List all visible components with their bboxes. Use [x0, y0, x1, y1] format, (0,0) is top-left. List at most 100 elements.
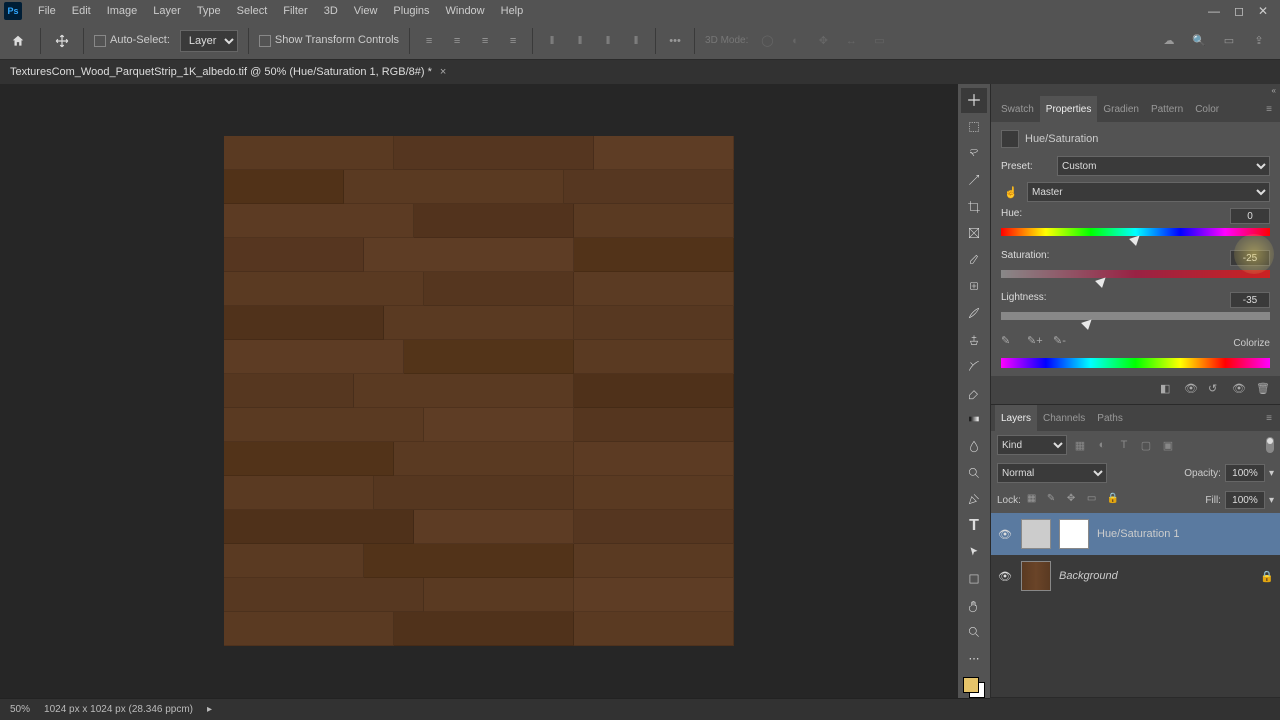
menu-plugins[interactable]: Plugins [385, 5, 437, 17]
marquee-tool[interactable] [961, 115, 987, 140]
window-close-icon[interactable]: ✕ [1258, 4, 1268, 18]
menu-file[interactable]: File [30, 5, 64, 17]
layer-row[interactable]: 👁 ◐ Hue/Saturation 1 [991, 513, 1280, 555]
window-minimize-icon[interactable]: — [1208, 4, 1220, 18]
opacity-chevron-icon[interactable]: ▾ [1269, 468, 1274, 479]
path-selection-tool[interactable] [961, 540, 987, 565]
layer-thumb-adjustment[interactable]: ◐ [1021, 519, 1051, 549]
tab-color[interactable]: Color [1189, 96, 1225, 122]
hand-tool[interactable] [961, 593, 987, 618]
tab-layers[interactable]: Layers [995, 405, 1037, 431]
filter-kind-select[interactable]: Kind [997, 435, 1067, 455]
clone-stamp-tool[interactable] [961, 327, 987, 352]
share-icon[interactable]: ⇪ [1250, 32, 1268, 50]
window-restore-icon[interactable]: ◻ [1234, 4, 1244, 18]
layer-name[interactable]: Background [1059, 570, 1252, 582]
align-top-icon[interactable]: ‖ [543, 32, 561, 50]
gradient-tool[interactable] [961, 407, 987, 432]
auto-select-target[interactable]: Layer [180, 30, 238, 52]
lock-image-icon[interactable]: ✎ [1047, 493, 1061, 507]
frame-tool[interactable] [961, 221, 987, 246]
layer-visibility-icon[interactable]: 👁 [997, 528, 1013, 541]
view-previous-icon[interactable]: 👁 [1184, 382, 1200, 398]
menu-select[interactable]: Select [229, 5, 276, 17]
layer-visibility-icon[interactable]: 👁 [997, 570, 1013, 583]
tab-paths[interactable]: Paths [1091, 405, 1129, 431]
lock-artboard-icon[interactable]: ▭ [1087, 493, 1101, 507]
layers-panel-menu-icon[interactable]: ≡ [1258, 405, 1280, 431]
distribute-h-icon[interactable]: ≡ [504, 32, 522, 50]
cloud-docs-icon[interactable]: ☁ [1160, 32, 1178, 50]
doc-dimensions[interactable]: 1024 px x 1024 px (28.346 ppcm) [44, 704, 193, 715]
close-tab-icon[interactable]: × [440, 66, 446, 78]
lock-position-icon[interactable]: ✥ [1067, 493, 1081, 507]
clip-to-layer-icon[interactable]: ◧ [1160, 382, 1176, 398]
color-swatches[interactable] [963, 677, 985, 698]
zoom-tool[interactable] [961, 620, 987, 645]
layer-thumb-background[interactable] [1021, 561, 1051, 591]
blend-mode-select[interactable]: Normal [997, 463, 1107, 483]
shape-tool[interactable] [961, 567, 987, 592]
tab-gradients[interactable]: Gradien [1097, 96, 1145, 122]
align-center-h-icon[interactable]: ≡ [448, 32, 466, 50]
menu-help[interactable]: Help [493, 5, 532, 17]
panel-menu-icon[interactable]: ≡ [1258, 96, 1280, 122]
magic-wand-tool[interactable] [961, 168, 987, 193]
filter-shape-icon[interactable]: ▢ [1137, 436, 1155, 454]
zoom-level[interactable]: 50% [10, 704, 30, 715]
brush-tool[interactable] [961, 301, 987, 326]
canvas[interactable] [224, 136, 734, 646]
lasso-tool[interactable] [961, 141, 987, 166]
tab-swatches[interactable]: Swatch [995, 96, 1040, 122]
align-center-v-icon[interactable]: ‖ [571, 32, 589, 50]
tab-properties[interactable]: Properties [1040, 96, 1098, 122]
colorize-checkbox[interactable]: Colorize [1229, 338, 1270, 349]
blur-tool[interactable] [961, 434, 987, 459]
align-bottom-icon[interactable]: ‖ [599, 32, 617, 50]
eraser-tool[interactable] [961, 381, 987, 406]
layer-locked-icon[interactable]: 🔒 [1260, 570, 1274, 583]
document-tab[interactable]: TexturesCom_Wood_ParquetStrip_1K_albedo.… [0, 60, 456, 84]
filter-type-icon[interactable]: T [1115, 436, 1133, 454]
menu-edit[interactable]: Edit [64, 5, 99, 17]
hue-input[interactable] [1230, 208, 1270, 224]
canvas-area[interactable] [0, 84, 958, 698]
delete-adjustment-icon[interactable]: 🗑 [1256, 382, 1272, 398]
eyedropper-tool[interactable] [961, 248, 987, 273]
collapse-panels-icon[interactable]: « [991, 84, 1280, 96]
layer-mask-thumb[interactable] [1059, 519, 1089, 549]
crop-tool[interactable] [961, 194, 987, 219]
more-options-icon[interactable]: ••• [666, 32, 684, 50]
filter-adjustment-icon[interactable]: ◐ [1093, 436, 1111, 454]
eyedropper-add-icon[interactable]: ✎+ [1027, 334, 1045, 352]
dodge-tool[interactable] [961, 460, 987, 485]
align-left-icon[interactable]: ≡ [420, 32, 438, 50]
menu-type[interactable]: Type [189, 5, 229, 17]
saturation-input[interactable] [1230, 250, 1270, 266]
history-brush-tool[interactable] [961, 354, 987, 379]
align-right-icon[interactable]: ≡ [476, 32, 494, 50]
edit-toolbar-icon[interactable]: ⋯ [961, 646, 987, 671]
eyedropper-subtract-icon[interactable]: ✎- [1053, 334, 1071, 352]
lightness-slider[interactable] [1001, 312, 1270, 326]
auto-select-checkbox[interactable]: Auto-Select: [94, 34, 170, 46]
show-transform-checkbox[interactable]: Show Transform Controls [259, 34, 399, 46]
fill-chevron-icon[interactable]: ▾ [1269, 495, 1274, 506]
menu-3d[interactable]: 3D [316, 5, 346, 17]
filter-smart-icon[interactable]: ▣ [1159, 436, 1177, 454]
workspace-icon[interactable]: ▭ [1220, 32, 1238, 50]
toggle-visibility-icon[interactable]: 👁 [1232, 382, 1248, 398]
home-button[interactable] [6, 29, 30, 53]
tab-patterns[interactable]: Pattern [1145, 96, 1189, 122]
channel-select[interactable]: Master [1027, 182, 1270, 202]
menu-image[interactable]: Image [99, 5, 146, 17]
reset-icon[interactable]: ↺ [1208, 382, 1224, 398]
healing-brush-tool[interactable] [961, 274, 987, 299]
menu-view[interactable]: View [346, 5, 386, 17]
move-tool[interactable] [961, 88, 987, 113]
lock-transparency-icon[interactable]: ▦ [1027, 493, 1041, 507]
filter-toggle[interactable] [1266, 437, 1274, 453]
menu-layer[interactable]: Layer [145, 5, 189, 17]
fill-input[interactable] [1225, 491, 1265, 509]
hue-slider[interactable] [1001, 228, 1270, 242]
